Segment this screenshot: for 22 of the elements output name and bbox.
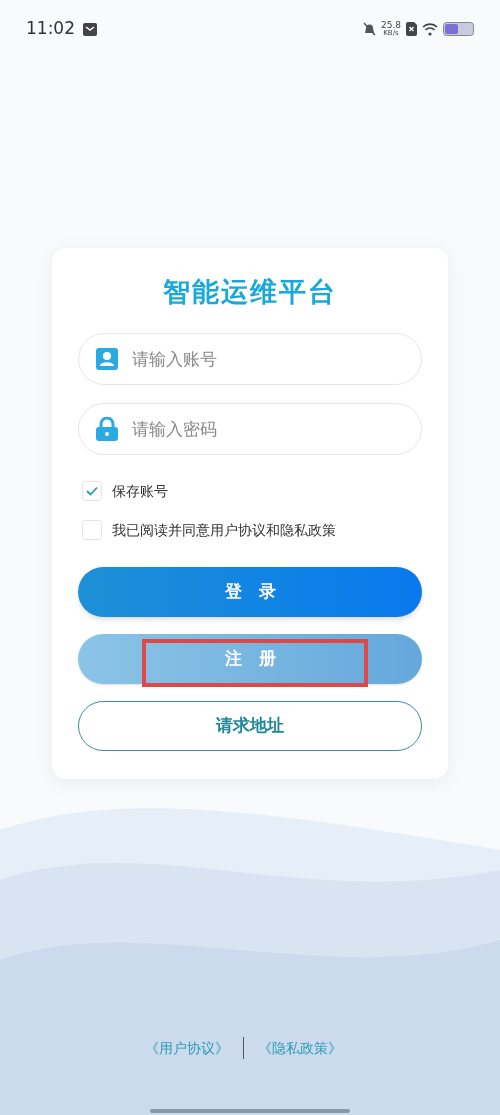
footer-link[interactable]: 《用户协议》 — [145, 1037, 229, 1059]
app-title: 智能运维平台 — [162, 275, 338, 309]
battery-icon — [443, 22, 474, 36]
wifi-icon — [422, 22, 438, 36]
action-button[interactable]: 登 录 — [78, 566, 422, 617]
mail-icon — [83, 22, 97, 36]
footer-link[interactable]: 《隐私政策》 — [258, 1037, 342, 1059]
lock-icon — [96, 416, 118, 441]
user-icon — [96, 347, 118, 370]
sim-icon — [406, 22, 417, 36]
action-button[interactable]: 请求地址 — [78, 700, 422, 751]
checkbox-label: 保存账号 — [112, 481, 168, 501]
input-field[interactable]: 请输入账号 — [78, 332, 422, 385]
clock-time: 11:02 — [26, 17, 75, 41]
checkbox[interactable] — [82, 481, 102, 501]
net-speed: 25.8 — [380, 21, 401, 30]
bell-muted-icon — [362, 22, 376, 36]
action-button[interactable]: 注 册 — [78, 633, 422, 684]
input-field[interactable]: 请输入密码 — [78, 402, 422, 455]
checkbox[interactable] — [82, 520, 102, 540]
checkbox-label: 我已阅读并同意用户协议和隐私政策 — [112, 520, 336, 540]
check-icon — [86, 486, 98, 496]
